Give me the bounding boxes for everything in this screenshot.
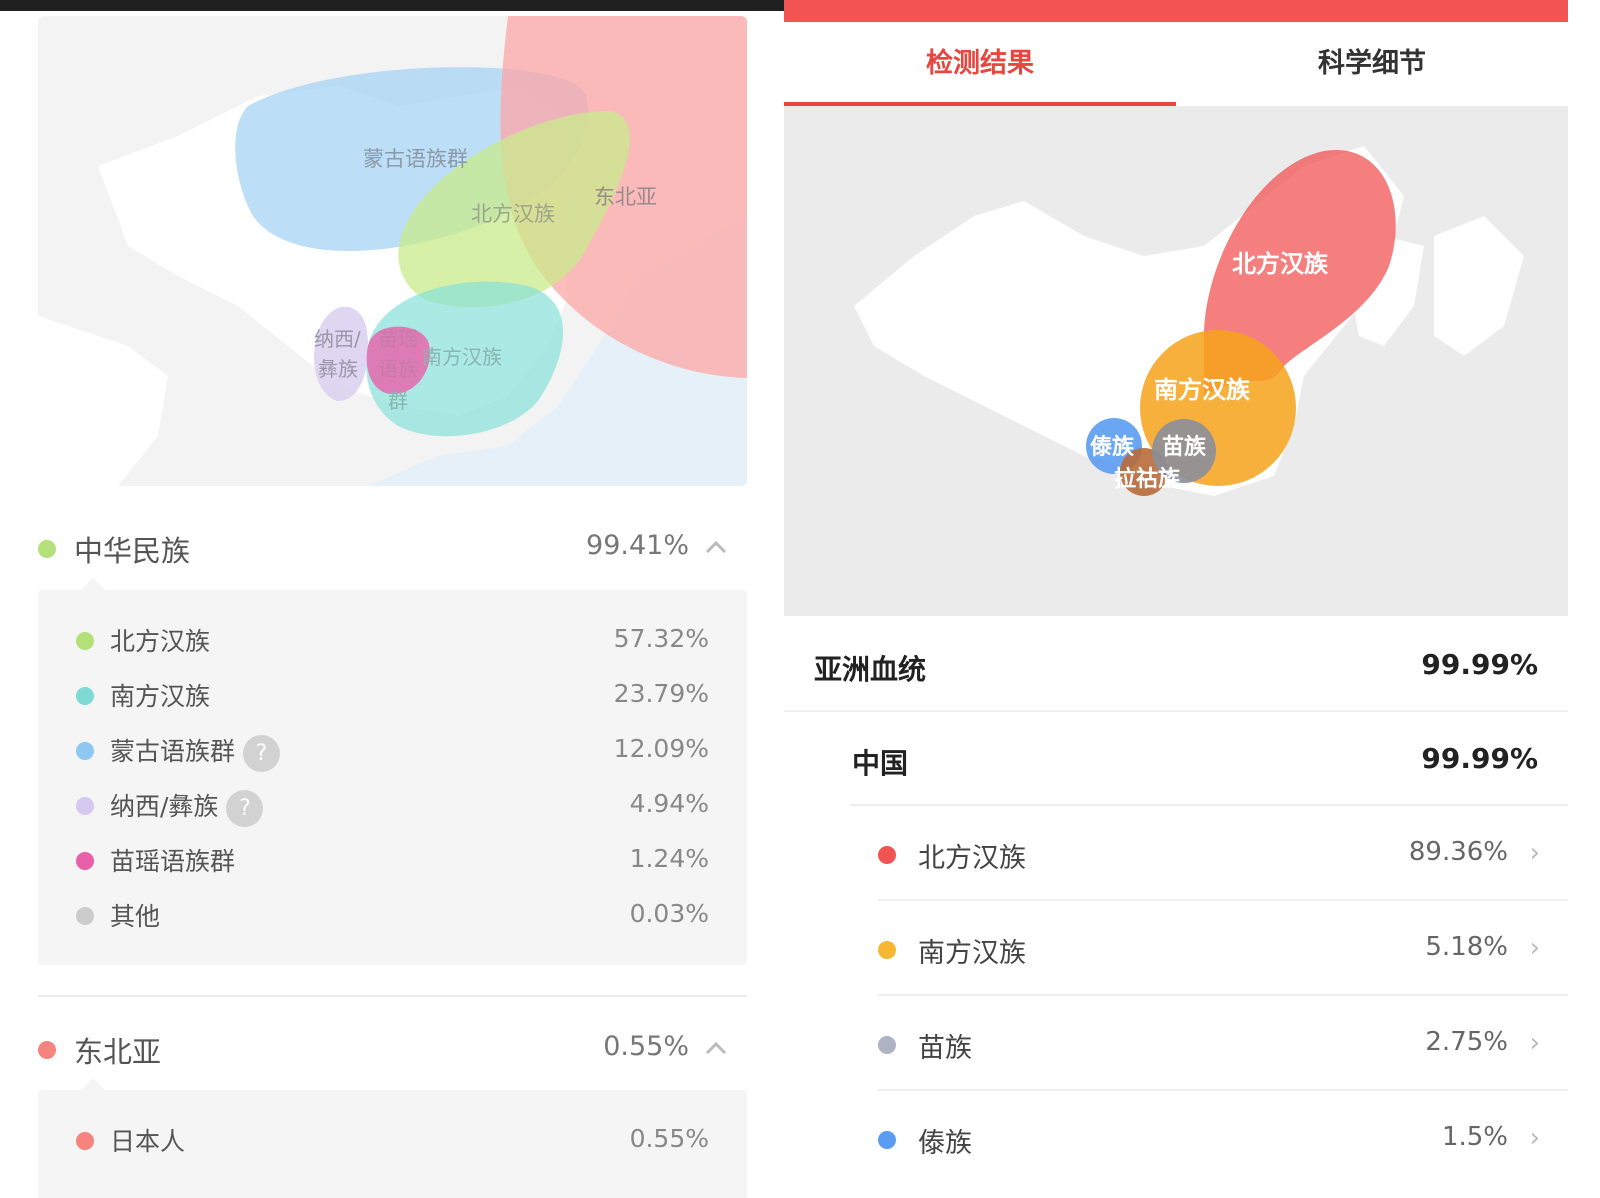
tab-label: 检测结果 (926, 48, 1034, 79)
ancestry-map-right: 北方汉族 南方汉族 傣族 苗族 拉祜族 (784, 106, 1568, 616)
list-item[interactable]: 北方汉族 57.32% (38, 614, 747, 669)
divider (38, 995, 747, 997)
summary-name: 亚洲血统 (814, 653, 927, 686)
map-label-dai: 傣族 (1090, 434, 1135, 460)
item-name: 北方汉族 (918, 843, 1026, 874)
group-row-chinese[interactable]: 中华民族 99.41% (38, 518, 747, 578)
item-dot (76, 797, 94, 815)
summary-row-asian: 亚洲血统 99.99% (784, 618, 1568, 712)
item-name: 蒙古语族群 (110, 737, 236, 766)
item-dot (878, 1036, 896, 1054)
list-item[interactable]: 日本人 0.55% (38, 1114, 747, 1169)
list-item[interactable]: 傣族 1.5% › (878, 1091, 1568, 1186)
item-name: 苗族 (918, 1033, 972, 1064)
item-dot (878, 1131, 896, 1149)
item-dot (878, 846, 896, 864)
group-dot (38, 540, 56, 558)
item-dot (76, 907, 94, 925)
map-label-miaoyao-1: 苗瑶 (378, 327, 418, 351)
list-item[interactable]: 其他 0.03% (38, 889, 747, 944)
map-label-miaoyao-3: 群 (388, 389, 408, 413)
item-dot (76, 687, 94, 705)
right-panel: 检测结果 科学细节 北方汉族 南方汉族 傣族 苗族 拉祜族 亚洲血统 99.99… (784, 0, 1568, 1198)
status-bar (0, 0, 784, 11)
tab-bar: 检测结果 科学细节 (784, 22, 1568, 106)
item-percent: 5.18% (1425, 932, 1508, 962)
chevron-right-icon: › (1529, 1123, 1540, 1153)
map-label-naxi-1: 纳西/ (314, 327, 361, 351)
help-icon[interactable]: ? (226, 789, 264, 827)
item-dot (76, 742, 94, 760)
list-item[interactable]: 南方汉族 23.79% (38, 669, 747, 724)
item-dot (76, 1132, 94, 1150)
summary-row-china: 中国 99.99% (850, 712, 1568, 806)
item-percent: 2.75% (1425, 1027, 1508, 1057)
help-icon[interactable]: ? (243, 734, 281, 772)
item-percent: 4.94% (629, 789, 709, 818)
map-label-southern-han: 南方汉族 (1154, 376, 1251, 404)
map-label-naxi-2: 彝族 (318, 357, 358, 381)
item-dot (76, 632, 94, 650)
map-label-southern-han: 南方汉族 (422, 345, 502, 369)
chevron-right-icon: › (1529, 838, 1540, 868)
summary-name: 中国 (852, 747, 909, 780)
status-bar (784, 0, 1568, 22)
list-item[interactable]: 纳西/彝族? 4.94% (38, 779, 747, 834)
subgroup-list-chinese: 北方汉族 57.32% 南方汉族 23.79% 蒙古语族群? 12.09% 纳西… (38, 578, 747, 965)
item-percent: 89.36% (1408, 837, 1508, 867)
tab-label: 科学细节 (1318, 48, 1426, 79)
map-label-northeast-asia: 东北亚 (594, 185, 657, 209)
item-percent: 1.5% (1441, 1122, 1508, 1152)
chevron-up-icon[interactable] (701, 532, 731, 562)
group-row-northeast-asia[interactable]: 东北亚 0.55% (38, 1019, 747, 1079)
item-percent: 23.79% (613, 679, 709, 708)
item-name: 纳西/彝族 (110, 792, 219, 821)
map-label-lahu: 拉祜族 (1114, 466, 1181, 492)
map-label-mongolic: 蒙古语族群 (363, 147, 468, 171)
item-name-wrap: 蒙古语族群? (110, 732, 281, 772)
chevron-right-icon: › (1529, 933, 1540, 963)
notch (80, 1078, 106, 1091)
chevron-right-icon: › (1529, 1028, 1540, 1058)
summary-percent: 99.99% (1421, 648, 1538, 681)
map-label-northern-han: 北方汉族 (1232, 250, 1329, 278)
item-dot (76, 852, 94, 870)
subgroup-list-northeast-asia: 日本人 0.55% (38, 1078, 747, 1198)
group-dot (38, 1041, 56, 1059)
tab-results[interactable]: 检测结果 (784, 22, 1176, 106)
item-name: 南方汉族 (110, 682, 211, 711)
chevron-up-icon[interactable] (701, 1033, 731, 1063)
list-item[interactable]: 蒙古语族群? 12.09% (38, 724, 747, 779)
list-item[interactable]: 苗族 2.75% › (878, 996, 1568, 1091)
item-percent: 57.32% (613, 624, 709, 653)
item-dot (878, 941, 896, 959)
summary-percent: 99.99% (1421, 742, 1538, 775)
group-name: 东北亚 (74, 1035, 162, 1069)
map-label-miaoyao-2: 语族 (378, 357, 418, 381)
group-percent: 0.55% (603, 1031, 689, 1062)
tab-science-details[interactable]: 科学细节 (1176, 22, 1568, 106)
item-name: 北方汉族 (110, 627, 211, 656)
group-percent: 99.41% (586, 530, 689, 561)
left-panel: 蒙古语族群 东北亚 北方汉族 纳西/ 彝族 苗瑶 语族 群 南方汉族 中华民族 … (0, 0, 784, 1198)
item-name-wrap: 纳西/彝族? (110, 787, 264, 827)
list-item[interactable]: 南方汉族 5.18% › (878, 901, 1568, 996)
item-name: 日本人 (110, 1127, 186, 1156)
item-percent: 1.24% (629, 844, 709, 873)
map-label-northern-han: 北方汉族 (471, 202, 555, 226)
item-percent: 0.55% (629, 1124, 709, 1153)
item-name: 苗瑶语族群 (110, 847, 236, 876)
item-name: 南方汉族 (918, 938, 1026, 969)
item-percent: 0.03% (629, 899, 709, 928)
list-item[interactable]: 苗瑶语族群 1.24% (38, 834, 747, 889)
item-name: 其他 (110, 902, 161, 931)
group-name: 中华民族 (74, 534, 191, 568)
ancestry-map-left: 蒙古语族群 东北亚 北方汉族 纳西/ 彝族 苗瑶 语族 群 南方汉族 (38, 16, 747, 486)
item-percent: 12.09% (613, 734, 709, 763)
item-name: 傣族 (918, 1128, 972, 1159)
notch (80, 578, 106, 591)
list-item[interactable]: 北方汉族 89.36% › (878, 806, 1568, 901)
map-label-miao: 苗族 (1162, 434, 1207, 460)
